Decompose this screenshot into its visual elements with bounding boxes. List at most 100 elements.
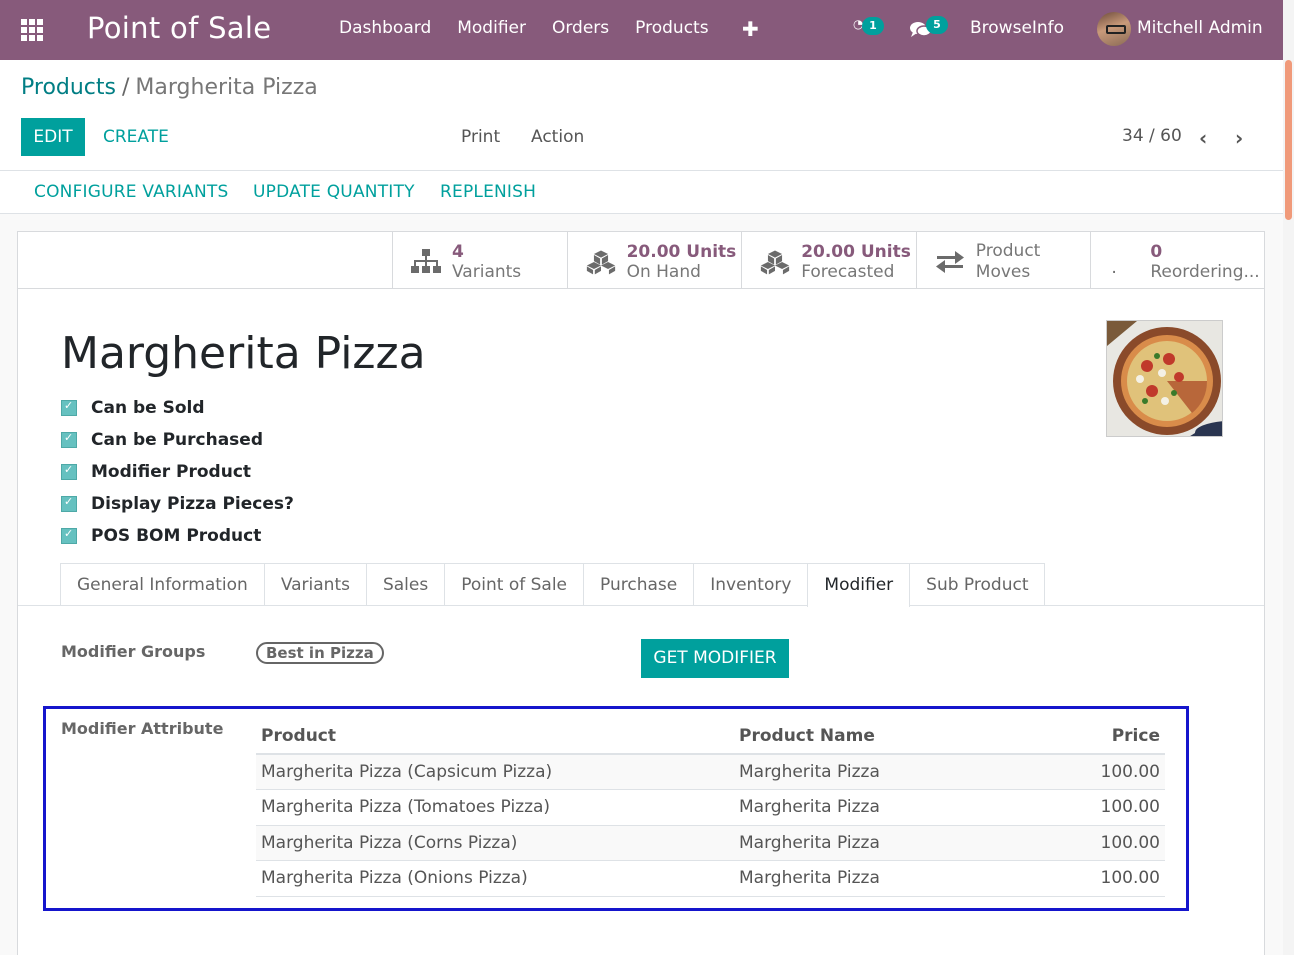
cell-price: 100.00 [1034,860,1165,897]
forecasted-label: Forecasted [801,262,895,282]
get-modifier-button[interactable]: GET MODIFIER [641,639,789,678]
menu-modifier[interactable]: Modifier [457,18,526,38]
sitemap-icon [411,249,441,273]
messages-button[interactable]: 5 [908,14,952,44]
modifier-groups-label: Modifier Groups [61,642,206,661]
onhand-label: On Hand [626,262,701,282]
cubes-icon [586,250,615,275]
plus-icon[interactable]: ✚ [742,17,759,41]
variants-label: Variants [452,262,522,282]
create-button[interactable]: CREATE [103,127,169,147]
tab-inventory[interactable]: Inventory [693,563,809,606]
app-brand[interactable]: Point of Sale [87,11,271,45]
exchange-icon [935,251,964,273]
cell-product-name: Margherita Pizza [734,860,1034,897]
edit-button[interactable]: EDIT [21,118,85,156]
product-name[interactable]: Margherita Pizza [61,328,426,379]
cell-product: Margherita Pizza (Tomatoes Pizza) [256,789,734,826]
tabs-divider [18,605,1264,606]
can-be-sold-checkbox[interactable] [61,399,77,416]
cell-price: 100.00 [1034,825,1165,861]
form-statusbar: CONFIGURE VARIANTS UPDATE QUANTITY REPLE… [0,171,1283,214]
tab-modifier[interactable]: Modifier [807,563,911,607]
product-image[interactable] [1106,320,1223,437]
update-quantity-button[interactable]: UPDATE QUANTITY [253,182,415,202]
can-be-purchased-checkbox[interactable] [61,431,77,448]
tab-purchase[interactable]: Purchase [583,563,695,606]
table-row[interactable]: Margherita Pizza (Capsicum Pizza) Marghe… [256,754,1165,790]
cell-product-name: Margherita Pizza [734,754,1034,790]
scrollbar-thumb[interactable] [1285,60,1292,220]
breadcrumb-current: Margherita Pizza [135,75,318,100]
messages-count-badge: 5 [926,16,948,34]
replenish-button[interactable]: REPLENISH [440,182,536,202]
reordering-smart-button[interactable]: . 0 Reordering... [1090,232,1265,289]
cubes-icon [761,250,790,275]
company-switcher[interactable]: BrowseInfo [970,18,1064,38]
cell-product: Margherita Pizza (Onions Pizza) [256,860,734,897]
user-menu[interactable]: Mitchell Admin [1137,18,1263,38]
breadcrumb: Products / Margherita Pizza [21,75,318,100]
avatar[interactable] [1097,12,1131,46]
variants-smart-button[interactable]: 4 Variants [392,232,567,289]
column-product[interactable]: Product [256,718,734,755]
print-dropdown[interactable]: Print [461,127,500,147]
table-header-row: Product Product Name Price [256,718,1165,755]
product-moves-label: Product Moves [976,241,1041,283]
action-dropdown[interactable]: Action [531,127,584,147]
modifier-product-option: Modifier Product [61,456,294,488]
modifier-attribute-label: Modifier Attribute [61,719,224,738]
pos-bom-product-option: POS BOM Product [61,520,294,552]
pos-bom-product-label: POS BOM Product [91,526,262,546]
pos-bom-product-checkbox[interactable] [61,527,77,544]
configure-variants-button[interactable]: CONFIGURE VARIANTS [34,182,228,202]
apps-menu-icon[interactable] [21,19,45,41]
cell-price: 100.00 [1034,754,1165,790]
product-options: Can be Sold Can be Purchased Modifier Pr… [61,392,294,552]
top-navbar: Point of Sale Dashboard Modifier Orders … [0,0,1283,60]
onhand-value: 20.00 Units [626,242,737,262]
menu-products[interactable]: Products [635,18,708,38]
activity-button[interactable]: ◔ 1 [850,14,886,44]
chevron-right-icon[interactable]: › [1235,126,1243,150]
forecasted-value: 20.00 Units [801,242,911,262]
reordering-label: Reordering... [1150,262,1260,282]
tab-variants[interactable]: Variants [263,563,367,606]
modifier-product-checkbox[interactable] [61,463,77,480]
display-pizza-pieces-checkbox[interactable] [61,495,77,512]
product-moves-line1: Product [975,241,1041,261]
notebook-tabs: General Information Variants Sales Point… [60,563,1046,607]
menu-dashboard[interactable]: Dashboard [339,18,431,38]
chevron-left-icon[interactable]: ‹ [1199,126,1207,150]
product-moves-smart-button[interactable]: Product Moves [915,232,1091,289]
modifier-attribute-table: Product Product Name Price Margherita Pi… [256,718,1165,897]
tab-sales[interactable]: Sales [365,563,446,606]
display-pizza-pieces-option: Display Pizza Pieces? [61,488,294,520]
activity-count-badge: 1 [862,17,884,35]
can-be-purchased-label: Can be Purchased [91,430,264,450]
table-row[interactable]: Margherita Pizza (Onions Pizza) Margheri… [256,860,1165,897]
breadcrumb-products-link[interactable]: Products [21,75,116,100]
cell-product-name: Margherita Pizza [734,789,1034,826]
cell-product: Margherita Pizza (Corns Pizza) [256,825,734,861]
modifier-group-tag[interactable]: Best in Pizza [256,642,384,664]
column-product-name[interactable]: Product Name [734,718,1034,755]
tab-sub-product[interactable]: Sub Product [909,563,1046,606]
display-pizza-pieces-label: Display Pizza Pieces? [91,494,294,514]
variants-count: 4 [452,242,464,262]
forecasted-smart-button[interactable]: 20.00 Units Forecasted [741,232,916,289]
table-row[interactable]: Margherita Pizza (Corns Pizza) Margherit… [256,825,1165,861]
cell-product-name: Margherita Pizza [734,825,1034,861]
cell-product: Margherita Pizza (Capsicum Pizza) [256,754,734,790]
menu-orders[interactable]: Orders [552,18,609,38]
onhand-smart-button[interactable]: 20.00 Units On Hand [566,232,742,289]
pager-value[interactable]: 34 / 60 [1122,126,1182,146]
can-be-sold-label: Can be Sold [91,398,205,418]
tab-general-information[interactable]: General Information [60,563,265,606]
table-row[interactable]: Margherita Pizza (Tomatoes Pizza) Marghe… [256,789,1165,826]
modifier-product-label: Modifier Product [91,462,252,482]
form-sheet: 4 Variants 20.00 Units On Hand 20.00 Uni… [17,231,1265,955]
column-price[interactable]: Price [1034,718,1165,755]
can-be-sold-option: Can be Sold [61,392,294,424]
tab-point-of-sale[interactable]: Point of Sale [444,563,585,606]
